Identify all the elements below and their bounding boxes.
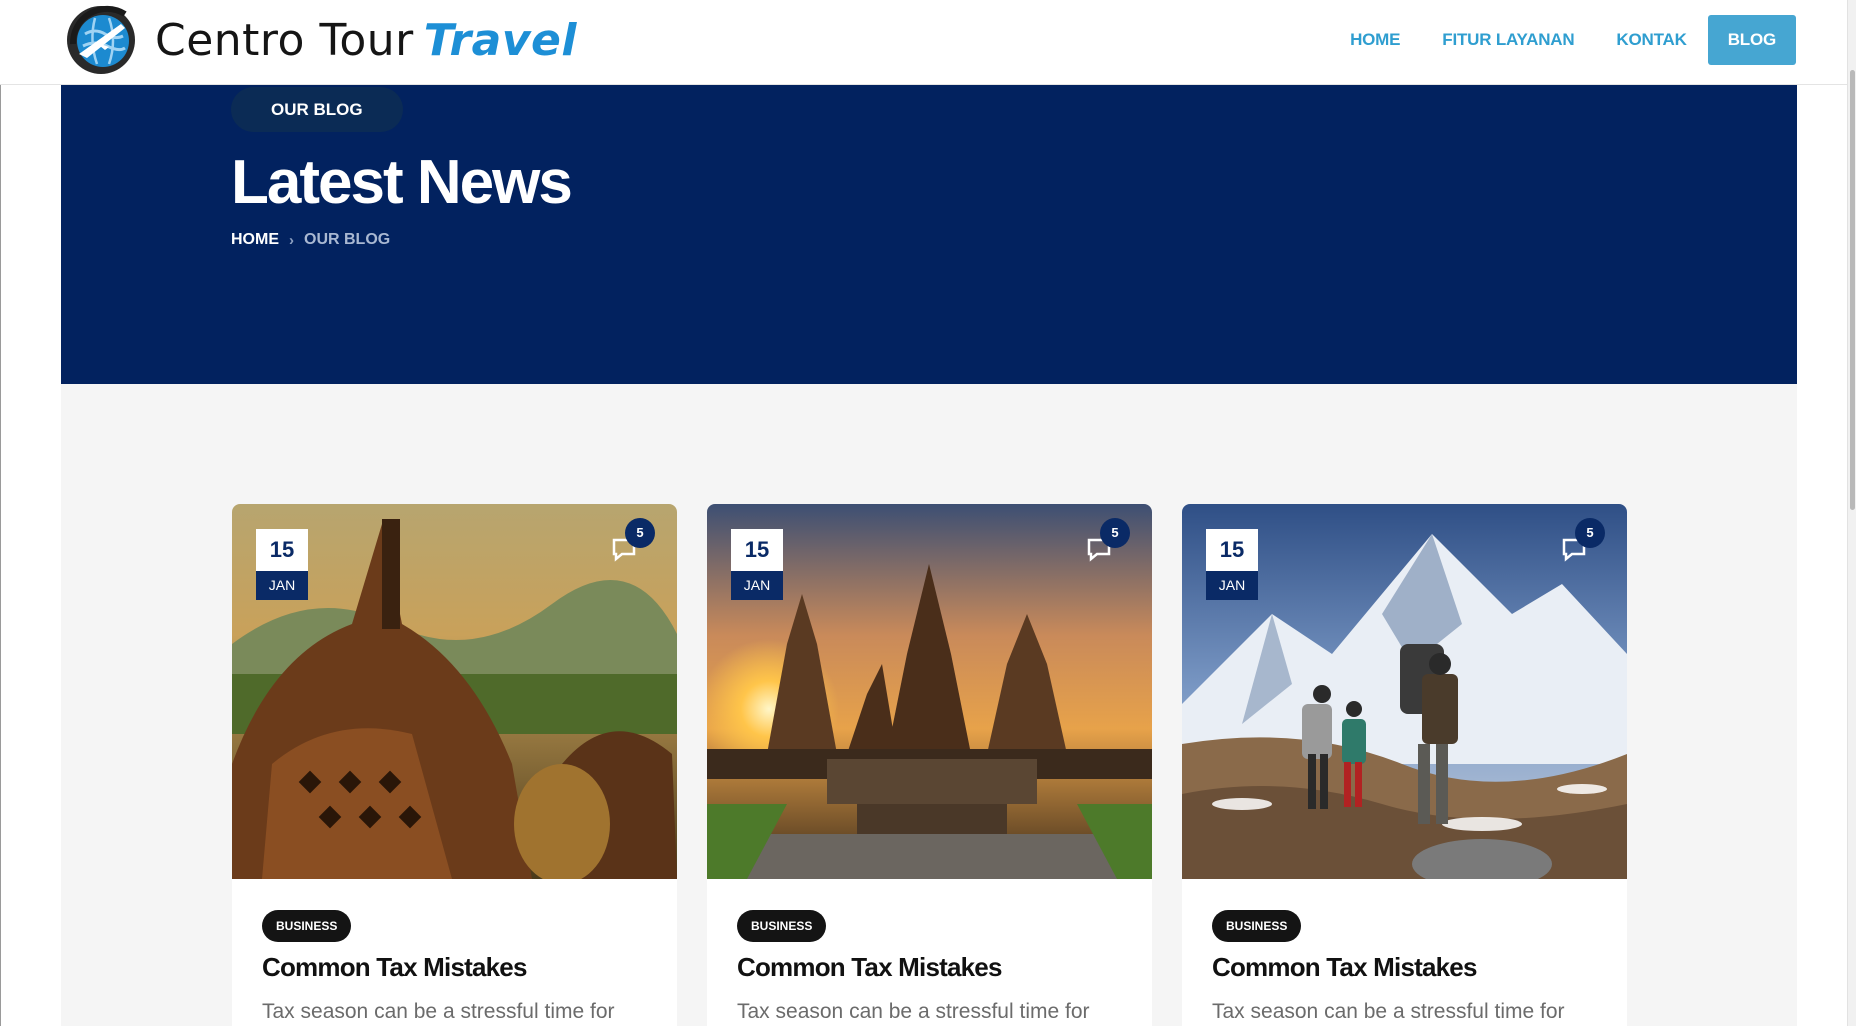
category-tag[interactable]: BUSINESS (737, 910, 827, 942)
page-hero: OUR BLOG Latest News HOME › OUR BLOG (61, 85, 1797, 384)
date-day: 15 (256, 529, 308, 571)
window-edge (0, 0, 1, 1026)
section-pill: OUR BLOG (231, 87, 403, 132)
blog-card[interactable]: 15 JAN 5 BUSINESS Common Tax Mistakes Ta… (1182, 504, 1627, 1026)
scrollbar-thumb[interactable] (1850, 70, 1855, 510)
date-badge: 15 JAN (1206, 529, 1258, 600)
blog-card[interactable]: 15 JAN 5 BUSINESS Common Tax Mistakes Ta… (707, 504, 1152, 1026)
date-month: JAN (1206, 571, 1258, 600)
main-nav: HOME FITUR LAYANAN KONTAK BLOG (1329, 15, 1796, 65)
blog-grid: 15 JAN 5 BUSINESS Common Tax Mistakes Ta… (61, 384, 1797, 1026)
page-scrollbar[interactable] (1847, 0, 1856, 1026)
category-tag[interactable]: BUSINESS (1212, 910, 1302, 942)
comment-counter[interactable]: 5 (1561, 518, 1605, 568)
post-title[interactable]: Common Tax Mistakes (262, 952, 647, 983)
breadcrumb-current: OUR BLOG (304, 231, 391, 248)
nav-home[interactable]: HOME (1329, 15, 1421, 65)
category-tag[interactable]: BUSINESS (262, 910, 352, 942)
card-body: BUSINESS Common Tax Mistakes Tax season … (232, 879, 677, 1026)
globe-plane-icon (67, 5, 135, 74)
breadcrumb-home[interactable]: HOME (231, 231, 279, 249)
comment-counter[interactable]: 5 (611, 518, 655, 568)
date-badge: 15 JAN (731, 529, 783, 600)
card-body: BUSINESS Common Tax Mistakes Tax season … (1182, 879, 1627, 1026)
comment-count: 5 (1100, 518, 1130, 548)
brand-logo[interactable]: Centro Tour Travel (65, 4, 577, 76)
post-excerpt: Tax season can be a stressful time for (262, 1000, 615, 1023)
card-body: BUSINESS Common Tax Mistakes Tax season … (707, 879, 1152, 1026)
date-month: JAN (731, 571, 783, 600)
comment-counter[interactable]: 5 (1086, 518, 1130, 568)
comment-count: 5 (625, 518, 655, 548)
date-badge: 15 JAN (256, 529, 308, 600)
blog-card[interactable]: 15 JAN 5 BUSINESS Common Tax Mistakes Ta… (232, 504, 677, 1026)
date-month: JAN (256, 571, 308, 600)
date-day: 15 (1206, 529, 1258, 571)
comment-count: 5 (1575, 518, 1605, 548)
brand-name: Centro Tour Travel (155, 14, 577, 66)
breadcrumb: HOME › OUR BLOG (231, 231, 390, 249)
brand-accent: Travel (423, 14, 577, 66)
post-excerpt: Tax season can be a stressful time for (737, 1000, 1090, 1023)
nav-fitur-layanan[interactable]: FITUR LAYANAN (1421, 15, 1595, 65)
post-excerpt: Tax season can be a stressful time for (1212, 1000, 1565, 1023)
date-day: 15 (731, 529, 783, 571)
nav-kontak[interactable]: KONTAK (1595, 15, 1707, 65)
post-title[interactable]: Common Tax Mistakes (737, 952, 1122, 983)
nav-blog[interactable]: BLOG (1707, 15, 1796, 65)
site-header: Centro Tour Travel HOME FITUR LAYANAN KON… (0, 0, 1856, 85)
chevron-right-icon: › (289, 231, 294, 249)
post-title[interactable]: Common Tax Mistakes (1212, 952, 1597, 983)
page: Centro Tour Travel HOME FITUR LAYANAN KON… (0, 0, 1856, 1026)
page-title: Latest News (231, 148, 573, 217)
